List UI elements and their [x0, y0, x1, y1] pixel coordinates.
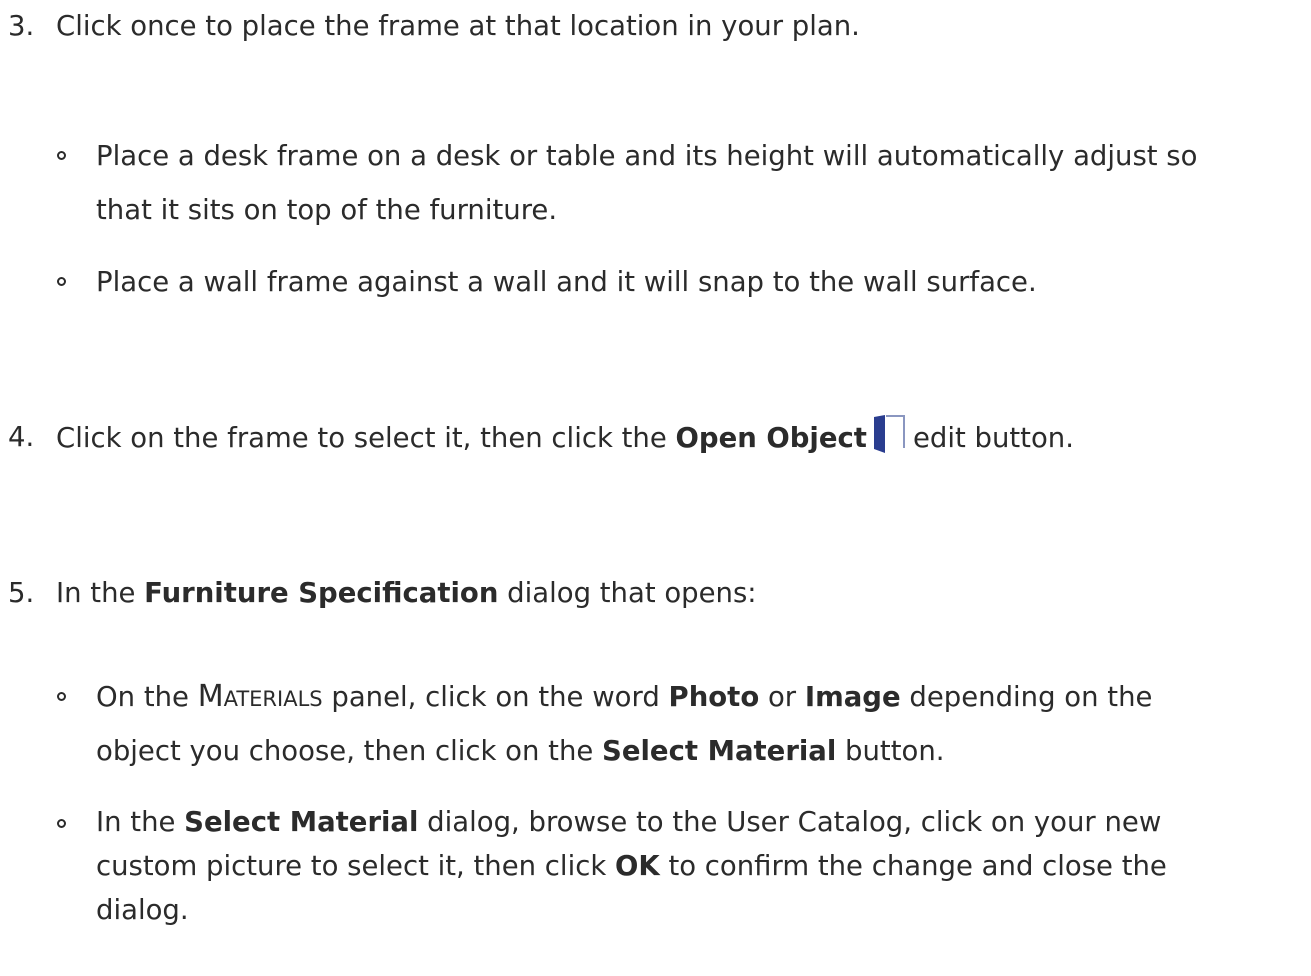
- bullet-text-line: On the Materials panel, click on the wor…: [96, 679, 1153, 714]
- bullet-text-line: In the Select Material dialog, browse to…: [96, 806, 1162, 838]
- bullet-text-line: that it sits on top of the furniture.: [96, 194, 558, 226]
- open-object-door-icon: [871, 413, 907, 468]
- step-number: 5.: [8, 577, 35, 609]
- bullet-circle-icon: [57, 692, 66, 701]
- bullet-text-line: custom picture to select it, then click …: [96, 850, 1167, 882]
- bullet-circle-icon: [57, 151, 66, 160]
- bullet-text-line: dialog.: [96, 894, 189, 926]
- step-text: Click on the frame to select it, then cl…: [56, 422, 667, 454]
- bullet-text-line: Place a desk frame on a desk or table an…: [96, 140, 1198, 172]
- furniture-specification-label: Furniture Specification: [144, 577, 499, 609]
- step-text: edit button.: [912, 422, 1074, 454]
- step-number: 4.: [8, 421, 35, 453]
- select-material-label: Select Material: [602, 735, 837, 767]
- step-number: 3.: [8, 10, 35, 42]
- photo-label: Photo: [668, 681, 760, 713]
- bullet-text-line: object you choose, then click on the Sel…: [96, 735, 945, 767]
- instructions-page: 3. Click once to place the frame at that…: [0, 0, 1311, 976]
- bullet-circle-icon: [57, 277, 66, 286]
- open-object-label: Open Object: [675, 422, 867, 454]
- step-text: Click once to place the frame at that lo…: [56, 10, 860, 42]
- image-label: Image: [804, 681, 901, 713]
- ok-label: OK: [615, 850, 660, 882]
- step-text: In the: [56, 577, 136, 609]
- bullet-circle-icon: [57, 819, 66, 828]
- step-text: dialog that opens:: [507, 577, 757, 609]
- bullet-text-line: Place a wall frame against a wall and it…: [96, 266, 1037, 298]
- materials-panel-label: Materials: [197, 679, 323, 714]
- select-material-label: Select Material: [184, 806, 419, 838]
